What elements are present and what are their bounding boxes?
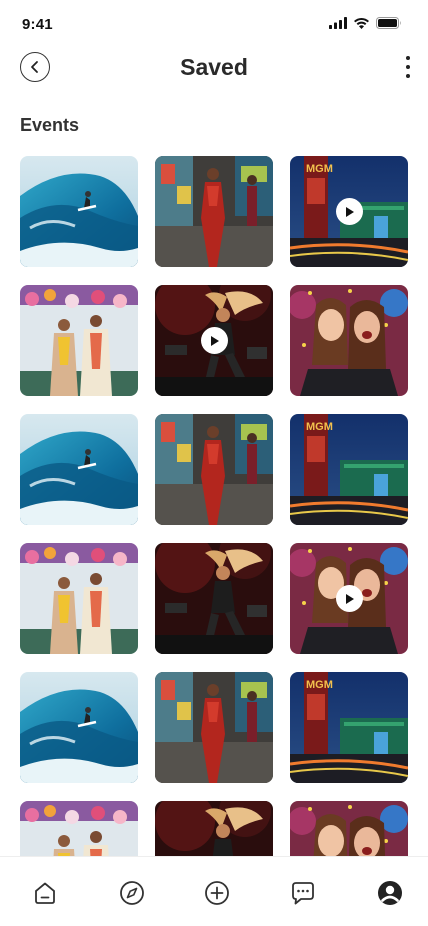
surfer-photo [20,414,138,525]
mgm-casino-photo: MGM [290,672,408,783]
battery-icon [376,17,401,29]
wedding-couple-photo [20,801,138,856]
mgm-casino-photo: MGM [290,414,408,525]
wedding-couple-photo [20,285,138,396]
nav-profile[interactable] [376,879,404,907]
status-bar: 9:41 [0,0,428,48]
concert-dancer-photo [155,543,273,654]
saved-item[interactable] [290,285,408,396]
saved-item[interactable]: MGM [290,672,408,783]
saved-item[interactable] [20,156,138,267]
saved-item[interactable] [20,543,138,654]
svg-text:MGM: MGM [306,163,333,175]
saved-item[interactable] [20,672,138,783]
nav-messages[interactable] [289,879,317,907]
status-time: 9:41 [22,16,53,33]
saved-item[interactable] [155,543,273,654]
add-post-icon [205,881,229,905]
saved-item[interactable] [20,414,138,525]
wifi-icon [354,17,369,29]
page-title: Saved [180,54,248,80]
cellular-signal-icon [329,17,347,29]
saved-item[interactable] [290,543,408,654]
nav-home[interactable] [31,879,59,907]
saved-item[interactable]: MGM [290,156,408,267]
runway-model-photo [155,672,273,783]
party-friends-photo [290,801,408,856]
saved-item[interactable] [155,156,273,267]
saved-item[interactable] [155,414,273,525]
wedding-couple-photo [20,543,138,654]
saved-grid: MGM MGM MGM [20,156,408,856]
party-friends-photo [290,285,408,396]
saved-item[interactable] [155,801,273,856]
section-title: Events [20,115,80,135]
play-icon[interactable] [335,198,363,225]
runway-model-photo [155,414,273,525]
header: Saved [0,50,428,84]
home-icon [35,882,55,904]
concert-dancer-photo [155,801,273,856]
profile-icon [378,881,402,905]
play-icon[interactable] [335,585,363,612]
svg-text:MGM: MGM [306,421,333,433]
more-vertical-icon[interactable] [402,56,414,78]
saved-item[interactable] [155,285,273,396]
saved-item[interactable] [155,672,273,783]
explore-compass-icon [120,881,144,905]
saved-item[interactable] [290,801,408,856]
svg-text:MGM: MGM [306,679,333,691]
play-icon[interactable] [200,327,228,354]
status-icons [329,17,402,29]
nav-explore[interactable] [118,879,146,907]
surfer-photo [20,156,138,267]
nav-add[interactable] [203,879,231,907]
bottom-nav [0,856,428,926]
messages-icon [292,882,314,905]
surfer-photo [20,672,138,783]
saved-item[interactable] [20,285,138,396]
saved-item[interactable]: MGM [290,414,408,525]
runway-model-photo [155,156,273,267]
saved-item[interactable] [20,801,138,856]
